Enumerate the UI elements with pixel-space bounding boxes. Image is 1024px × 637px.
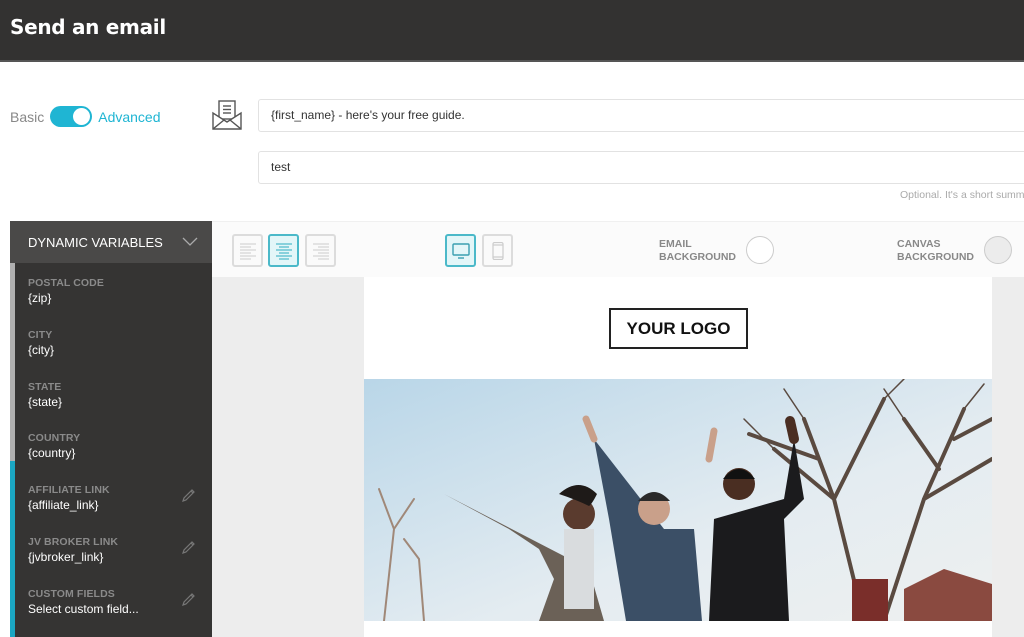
canvas-background-swatch[interactable] — [984, 236, 1012, 264]
email-background-swatch[interactable] — [746, 236, 774, 264]
chevron-down-icon[interactable] — [182, 234, 198, 248]
dynamic-variables-header[interactable]: DYNAMIC VARIABLES — [10, 221, 212, 263]
mobile-phone-icon — [492, 242, 504, 260]
variable-country[interactable]: COUNTRY {country} — [10, 418, 212, 470]
advanced-mode-label[interactable]: Advanced — [98, 109, 160, 125]
variable-jv-broker-link[interactable]: JV BROKER LINK {jvbroker_link} — [10, 522, 212, 574]
open-envelope-icon — [211, 99, 243, 131]
variable-label: CITY — [28, 328, 53, 341]
label-line: BACKGROUND — [659, 251, 736, 263]
page-title: Send an email — [10, 15, 166, 39]
align-center-button[interactable] — [268, 234, 299, 267]
mobile-view-button[interactable] — [482, 234, 513, 267]
dynamic-variables-title: DYNAMIC VARIABLES — [28, 234, 163, 250]
editor-toolbar: EMAIL BACKGROUND CANVAS BACKGROUND — [212, 221, 1024, 277]
canvas-background-label: CANVAS BACKGROUND — [897, 238, 974, 264]
variable-label: COUNTRY — [28, 432, 81, 445]
align-right-icon — [313, 243, 329, 260]
variable-affiliate-link[interactable]: AFFILIATE LINK {affiliate_link} — [10, 470, 212, 522]
variable-label: POSTAL CODE — [28, 277, 104, 289]
hero-image[interactable] — [364, 379, 992, 621]
align-center-icon — [276, 243, 292, 260]
pencil-icon[interactable] — [181, 488, 196, 503]
variable-value: {country} — [28, 446, 76, 461]
preview-text-hint: Optional. It's a short summ — [900, 189, 1024, 201]
toggle-knob — [73, 108, 91, 125]
desktop-monitor-icon — [452, 243, 470, 259]
email-background-label: EMAIL BACKGROUND — [659, 238, 736, 264]
label-line: EMAIL — [659, 238, 692, 250]
variable-city[interactable]: CITY {city} — [10, 315, 212, 367]
align-right-button[interactable] — [305, 234, 336, 267]
variable-value: {zip} — [28, 291, 52, 305]
variable-value: {city} — [28, 342, 55, 357]
variable-value: {state} — [28, 394, 63, 409]
label-line: BACKGROUND — [897, 251, 974, 263]
subject-input[interactable]: {first_name} - here's your free guide. — [258, 99, 1024, 132]
logo-placeholder[interactable]: YOUR LOGO — [609, 308, 748, 349]
pencil-icon[interactable] — [181, 592, 196, 607]
pencil-icon[interactable] — [181, 540, 196, 555]
label-line: CANVAS — [897, 238, 941, 250]
variable-postal-code[interactable]: POSTAL CODE {zip} — [10, 263, 212, 315]
variable-label: STATE — [28, 380, 62, 393]
email-editor: EMAIL BACKGROUND CANVAS BACKGROUND YOUR … — [212, 221, 1024, 637]
desktop-view-button[interactable] — [445, 234, 476, 267]
basic-mode-label[interactable]: Basic — [10, 109, 44, 125]
top-header-bar: Send an email — [0, 0, 1024, 62]
variable-custom-fields[interactable]: CUSTOM FIELDS Select custom field... — [10, 574, 212, 626]
preview-text-input[interactable]: test — [258, 151, 1024, 184]
mode-toggle-switch[interactable] — [50, 106, 93, 127]
email-canvas[interactable]: YOUR LOGO — [364, 277, 992, 637]
variable-state[interactable]: STATE {state} — [10, 367, 212, 419]
hero-photo-illustration — [364, 379, 992, 621]
align-left-icon — [240, 243, 256, 260]
align-left-button[interactable] — [232, 234, 263, 267]
mode-toggle-group: Basic Advanced — [10, 106, 161, 127]
dynamic-variables-panel: DYNAMIC VARIABLES POSTAL CODE {zip} CITY… — [10, 221, 212, 637]
